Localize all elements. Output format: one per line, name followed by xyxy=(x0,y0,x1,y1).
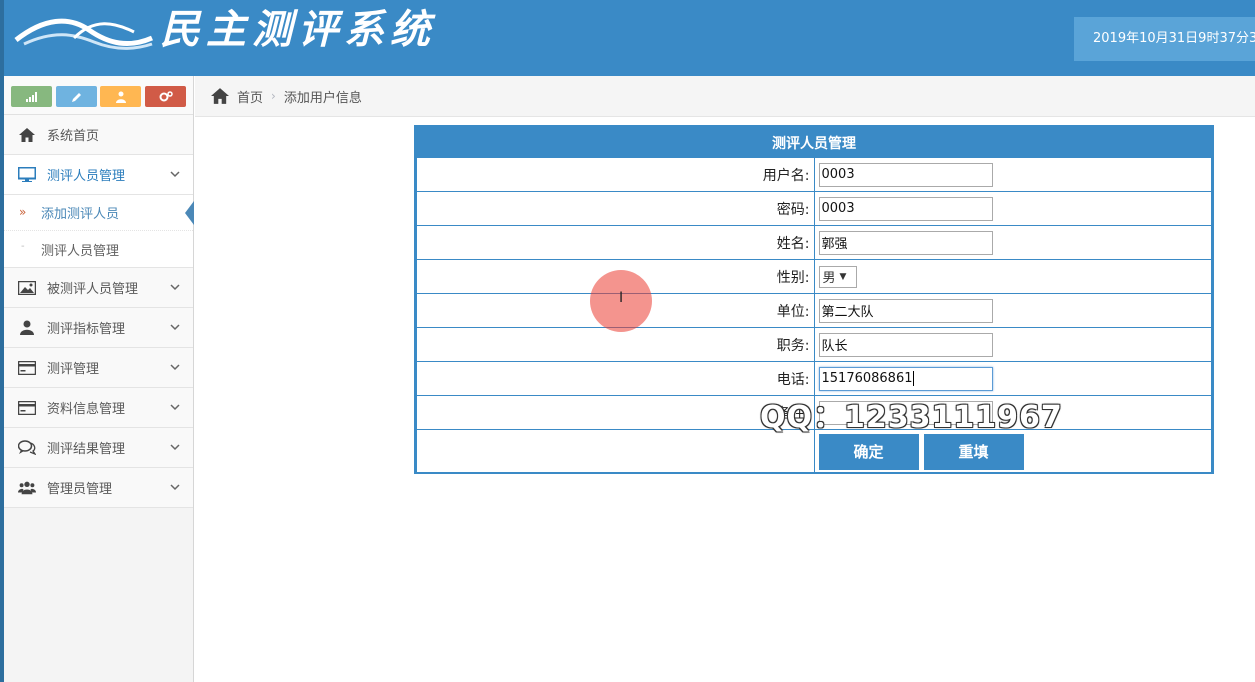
sidebar-item-label: 测评管理 xyxy=(47,362,100,377)
home-icon xyxy=(18,127,36,143)
breadcrumb-home-link[interactable]: 首页 xyxy=(237,87,263,106)
sidebar-item-label: 被测评人员管理 xyxy=(47,282,139,297)
sidebar-subitem-add-assessor[interactable]: » 添加测评人员 xyxy=(4,195,194,231)
sidebar: 系统首页 测评人员管理 » 添加测评人员 - 测评人员管理 被测评人员管理 测评… xyxy=(4,76,194,682)
comments-icon xyxy=(18,440,36,456)
username-input[interactable]: 0003 xyxy=(818,162,993,187)
credit-card-icon xyxy=(18,400,36,416)
phone-label: 电话: xyxy=(416,361,815,396)
users-icon[interactable] xyxy=(100,86,141,107)
name-label: 姓名: xyxy=(416,225,815,260)
dash-icon: - xyxy=(21,241,25,252)
breadcrumb-current: 添加用户信息 xyxy=(283,90,362,106)
chevron-down-icon xyxy=(170,484,180,491)
home-icon xyxy=(211,88,229,104)
datetime-display: 2019年10月31日9时37分30秒 xyxy=(1074,17,1255,61)
chevron-down-icon xyxy=(170,404,180,411)
chevron-down-icon xyxy=(170,284,180,291)
chevron-down-icon xyxy=(170,364,180,371)
gender-select-value: 男 xyxy=(822,271,836,286)
sidebar-subitem-assessor-list[interactable]: - 测评人员管理 xyxy=(4,231,193,267)
breadcrumb: 首页 › 添加用户信息 xyxy=(195,76,1255,117)
picture-icon xyxy=(18,280,36,296)
breadcrumb-separator-icon: › xyxy=(271,89,276,103)
app-title: 民主测评系统 xyxy=(160,6,436,53)
gender-select[interactable]: 男 ▼ xyxy=(818,265,857,288)
group-icon xyxy=(18,480,36,496)
sidebar-item-indicator-management[interactable]: 测评指标管理 xyxy=(4,308,193,348)
chevron-down-icon xyxy=(170,324,180,331)
sidebar-subitem-label: 测评人员管理 xyxy=(41,243,120,259)
double-angle-right-icon: » xyxy=(19,205,27,219)
sidebar-item-info-management[interactable]: 资料信息管理 xyxy=(4,388,193,428)
position-input[interactable]: 队长 xyxy=(818,332,993,357)
username-label: 用户名: xyxy=(416,157,815,192)
cogs-icon[interactable] xyxy=(145,86,186,107)
form-title: 测评人员管理 xyxy=(416,127,1212,158)
sidebar-item-result-management[interactable]: 测评结果管理 xyxy=(4,428,193,468)
sidebar-item-evaluation-management[interactable]: 测评管理 xyxy=(4,348,193,388)
submenu: » 添加测评人员 - 测评人员管理 xyxy=(4,195,194,268)
password-label: 密码: xyxy=(416,191,815,226)
remark-label: 备注: xyxy=(416,395,815,430)
button-row-spacer xyxy=(416,429,815,474)
dropdown-arrow-icon: ▼ xyxy=(839,271,847,282)
chevron-down-icon xyxy=(170,444,180,451)
unit-input[interactable]: 第二大队 xyxy=(818,298,993,323)
reset-button[interactable]: 重填 xyxy=(923,433,1024,470)
chevron-down-icon xyxy=(170,171,180,178)
pencil-icon[interactable] xyxy=(56,86,97,107)
sidebar-item-assessor-management[interactable]: 测评人员管理 xyxy=(4,155,193,195)
sidebar-item-home[interactable]: 系统首页 xyxy=(4,115,193,155)
text-caret xyxy=(913,371,915,386)
password-input[interactable]: 0003 xyxy=(818,196,993,221)
app-header: 民主测评系统 2019年10月31日9时37分30秒 xyxy=(0,0,1255,76)
desktop-icon xyxy=(18,167,36,183)
sidebar-item-label: 管理员管理 xyxy=(47,482,113,497)
watermark-text: QQ：1233111967 xyxy=(760,400,1063,435)
name-input[interactable]: 郭强 xyxy=(818,230,993,255)
user-icon xyxy=(18,320,36,336)
phone-input-value: 15176086861 xyxy=(821,371,913,386)
submit-button[interactable]: 确定 xyxy=(818,433,919,470)
signal-icon[interactable] xyxy=(11,86,52,107)
sidebar-item-assessee-management[interactable]: 被测评人员管理 xyxy=(4,268,193,308)
shortcut-bar xyxy=(4,76,193,115)
sidebar-item-label: 系统首页 xyxy=(47,129,100,144)
position-label: 职务: xyxy=(416,327,815,362)
phone-input[interactable]: 15176086861 xyxy=(818,366,993,391)
credit-card-icon xyxy=(18,360,36,376)
text-cursor-icon: I xyxy=(619,290,624,306)
sidebar-subitem-label: 添加测评人员 xyxy=(41,207,120,222)
sidebar-item-label: 测评指标管理 xyxy=(47,322,126,337)
sidebar-item-label: 测评结果管理 xyxy=(47,442,126,457)
wave-logo-icon xyxy=(14,18,153,50)
sidebar-item-label: 资料信息管理 xyxy=(47,402,126,417)
sidebar-item-label: 测评人员管理 xyxy=(47,169,126,184)
sidebar-item-admin-management[interactable]: 管理员管理 xyxy=(4,468,193,508)
active-indicator xyxy=(185,201,194,225)
